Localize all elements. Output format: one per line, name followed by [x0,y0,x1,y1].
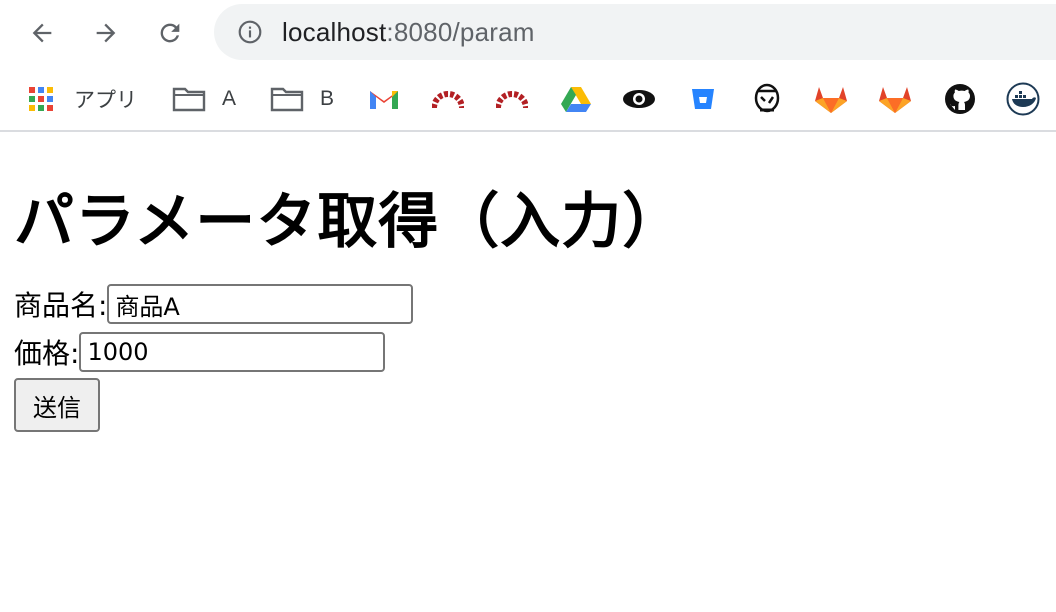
google-drive-icon [561,87,591,112]
page-content: パラメータ取得（入力） 商品名: 価格: 送信 [0,186,1056,432]
redmine-icon [496,91,528,109]
forward-button[interactable] [86,13,126,53]
price-label: 価格: [14,337,80,370]
jenkins-icon [754,83,780,113]
product-name-label: 商品名: [14,289,108,322]
bookmark-folder-b-label: B [320,87,335,110]
folder-icon [270,87,304,112]
bitbucket-icon [692,89,714,109]
gitlab-icon [815,87,847,113]
bookmark-folder-a[interactable]: A [172,82,236,116]
bookmark-redmine-1[interactable] [432,82,464,116]
bookmark-folder-b[interactable]: B [270,82,334,116]
bookmark-bitbucket[interactable] [690,82,716,116]
bookmark-gitlab-1[interactable] [814,82,848,116]
product-name-row: 商品名: [14,280,1042,328]
bookmarks-bar: アプリ A B [0,66,1056,132]
gmail-icon [370,91,398,109]
back-button[interactable] [22,13,62,53]
reload-icon [160,23,180,43]
bookmark-jenkins[interactable] [752,82,782,116]
product-name-input[interactable] [107,284,414,324]
price-input[interactable] [79,332,386,372]
bookmark-folder-a-label: A [222,87,237,110]
address-bar[interactable]: localhost:8080/param [214,4,1056,60]
bookmark-eye[interactable] [622,82,656,116]
price-row: 価格: [14,328,1042,376]
apps-grid-icon [29,87,53,111]
bookmark-apps-label: アプリ [74,89,137,112]
bookmark-docker[interactable] [1006,82,1040,116]
gitlab-icon [879,87,911,113]
page-heading: パラメータ取得（入力） [14,187,684,257]
url-text[interactable]: localhost:8080/param [282,17,535,48]
github-icon [945,84,975,114]
forward-arrow-icon [96,23,116,43]
bookmark-gitlab-2[interactable] [878,82,912,116]
bookmark-gmail[interactable] [368,82,400,116]
submit-button[interactable]: 送信 [14,378,100,432]
back-arrow-icon [32,23,52,43]
url-path: :8080/param [386,16,535,47]
bookmark-github[interactable] [944,82,976,116]
bookmark-apps[interactable]: アプリ [28,82,137,116]
browser-toolbar: localhost:8080/param [0,0,1056,66]
docker-icon [1006,82,1040,116]
reload-button[interactable] [150,13,190,53]
bookmark-redmine-2[interactable] [496,82,528,116]
bookmark-google-drive[interactable] [560,82,592,116]
redmine-icon [432,91,464,109]
eye-icon [623,90,655,108]
folder-icon [172,87,206,112]
info-icon[interactable] [236,18,264,46]
url-host: localhost [282,16,387,47]
